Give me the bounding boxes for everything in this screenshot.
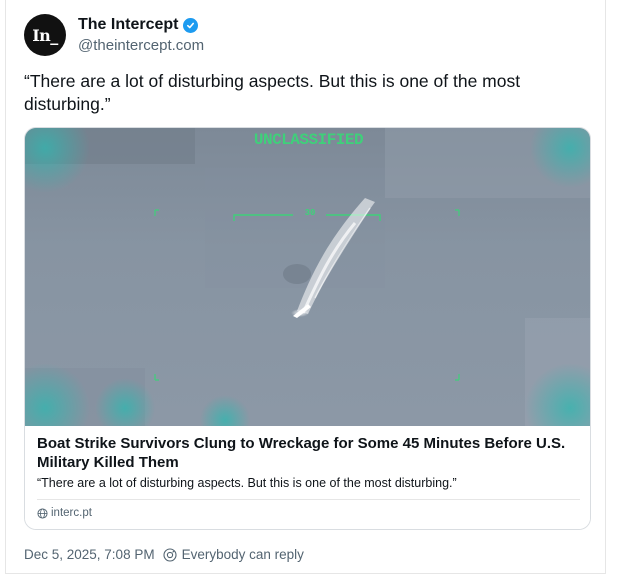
link-preview-image: UNCLASSIFIED 30 bbox=[25, 128, 590, 426]
reply-setting: Everybody can reply bbox=[163, 547, 304, 562]
reply-setting-label: Everybody can reply bbox=[181, 547, 304, 562]
reply-permission-icon bbox=[163, 547, 177, 562]
avatar-logo-text: In_ bbox=[32, 25, 58, 45]
hud-heading-number: 30 bbox=[304, 208, 316, 218]
link-preview-body: Boat Strike Survivors Clung to Wreckage … bbox=[25, 426, 590, 529]
link-divider bbox=[37, 499, 580, 500]
verified-badge-icon bbox=[183, 17, 199, 33]
classification-label: UNCLASSIFIED bbox=[253, 131, 364, 149]
link-description: “There are a lot of disturbing aspects. … bbox=[37, 476, 457, 490]
link-domain-row[interactable]: interc.pt bbox=[37, 507, 92, 519]
post-card: In_ The Intercept @theintercept.com “The… bbox=[5, 0, 606, 574]
link-title[interactable]: Boat Strike Survivors Clung to Wreckage … bbox=[37, 434, 582, 472]
avatar[interactable]: In_ bbox=[24, 14, 66, 56]
link-domain: interc.pt bbox=[51, 507, 92, 519]
post-text: “There are a lot of disturbing aspects. … bbox=[24, 71, 521, 114]
display-name[interactable]: The Intercept bbox=[78, 16, 178, 34]
drone-footage-graphic bbox=[25, 128, 590, 426]
display-name-row: The Intercept bbox=[78, 16, 378, 34]
link-preview-card[interactable]: UNCLASSIFIED 30 Boat Strike Survivors Cl… bbox=[24, 127, 591, 530]
globe-icon bbox=[37, 507, 48, 519]
post-footer: Dec 5, 2025, 7:08 PM Everybody can reply bbox=[24, 547, 304, 562]
post-timestamp[interactable]: Dec 5, 2025, 7:08 PM bbox=[24, 547, 155, 562]
author-handle[interactable]: @theintercept.com bbox=[78, 37, 378, 54]
author-names: The Intercept @theintercept.com bbox=[78, 16, 378, 54]
